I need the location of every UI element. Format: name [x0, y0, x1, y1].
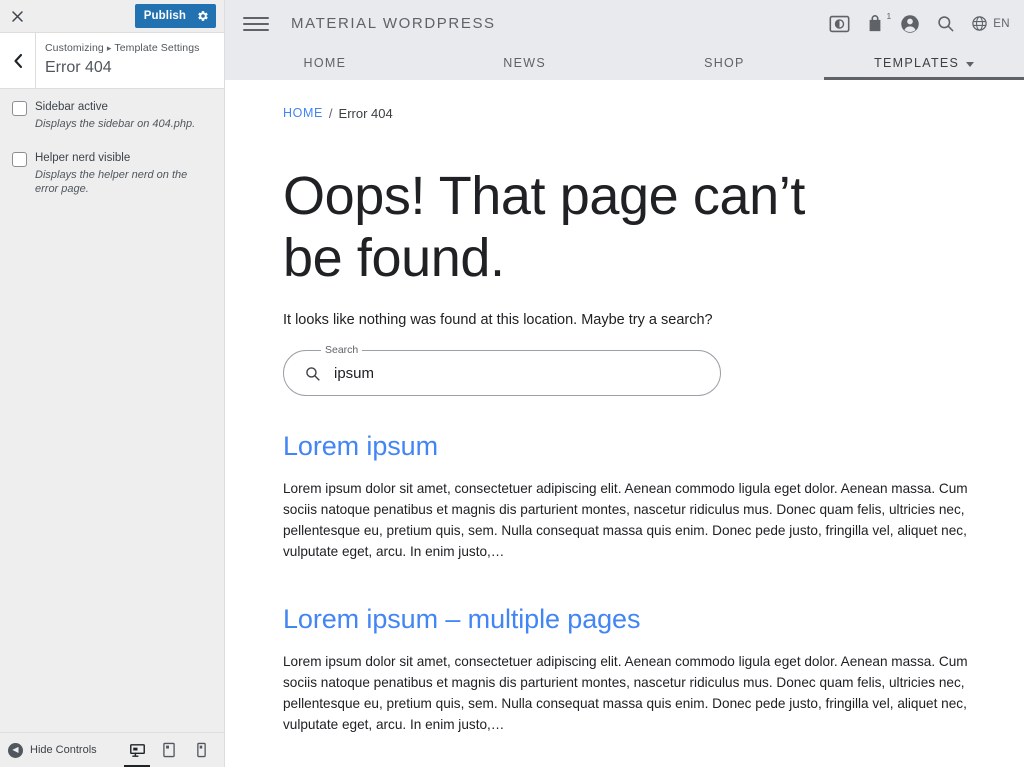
nav-tab-shop[interactable]: SHOP: [625, 47, 825, 80]
nav-tab-news-label: NEWS: [503, 56, 546, 70]
search-input-label: Search: [321, 344, 363, 356]
hamburger-menu-icon[interactable]: [243, 16, 269, 31]
search-result-item: Lorem ipsum – multiple pages Lorem ipsum…: [283, 602, 1024, 735]
close-icon[interactable]: [0, 0, 34, 32]
site-brand[interactable]: MATERIAL WORDPRESS: [291, 15, 496, 32]
customizer-controls: Sidebar active Displays the sidebar on 4…: [0, 89, 224, 732]
helper-nerd-visible-checkbox[interactable]: [12, 152, 27, 167]
search-result-title[interactable]: Lorem ipsum: [283, 429, 1024, 463]
site-header-actions: 1 EN: [829, 12, 1010, 34]
search-icon[interactable]: [936, 14, 955, 33]
site-header: MATERIAL WORDPRESS 1 EN HOME NEWS SHOP T…: [225, 0, 1024, 80]
breadcrumb-separator-icon: ▸: [106, 43, 112, 53]
customizer-titles: Customizing ▸ Template Settings Error 40…: [36, 33, 210, 88]
breadcrumb-root: Customizing: [45, 42, 104, 54]
gear-icon[interactable]: [197, 10, 209, 22]
breadcrumb-separator: /: [328, 106, 333, 121]
shopping-bag-badge: 1: [886, 11, 892, 21]
device-preview-switcher: [122, 733, 222, 767]
device-mobile-button[interactable]: [186, 733, 216, 767]
sidebar-active-label[interactable]: Sidebar active: [35, 100, 212, 115]
helper-nerd-visible-description: Displays the helper nerd on the error pa…: [35, 169, 188, 195]
nav-tab-shop-label: SHOP: [704, 56, 745, 70]
search-result-excerpt: Lorem ipsum dolor sit amet, consectetuer…: [283, 481, 968, 559]
search-result-excerpt: Lorem ipsum dolor sit amet, consectetuer…: [283, 654, 968, 732]
shopping-bag-icon[interactable]: 1: [866, 12, 891, 33]
search-result-title[interactable]: Lorem ipsum – multiple pages: [283, 602, 1024, 636]
nav-tab-home-label: HOME: [303, 56, 347, 70]
device-tablet-button[interactable]: [154, 733, 184, 767]
search-result-item: Lorem ipsum Lorem ipsum dolor sit amet, …: [283, 429, 1024, 562]
site-preview-frame: MATERIAL WORDPRESS 1 EN HOME NEWS SHOP T…: [225, 0, 1024, 767]
nav-tab-news[interactable]: NEWS: [425, 47, 625, 80]
hide-controls-label: Hide Controls: [30, 744, 97, 756]
device-desktop-button[interactable]: [122, 733, 152, 767]
breadcrumb-home-link[interactable]: HOME: [283, 106, 323, 121]
site-top-bar: MATERIAL WORDPRESS 1 EN: [225, 0, 1024, 47]
page-title: Error 404: [45, 59, 112, 76]
publish-button-label: Publish: [143, 10, 186, 22]
globe-icon: [971, 15, 988, 32]
chevron-down-icon: [966, 61, 975, 67]
breadcrumb-section: Template Settings: [114, 42, 200, 54]
breadcrumb: Customizing ▸ Template Settings: [45, 41, 200, 56]
nav-tab-templates-label: TEMPLATES: [874, 56, 960, 70]
customizer-preview-screen: Publish Customizing ▸ Template Settings: [0, 0, 1024, 767]
search-results: Lorem ipsum Lorem ipsum dolor sit amet, …: [283, 429, 1024, 735]
search-icon: [304, 365, 321, 382]
customizer-footer: ◀ Hide Controls: [0, 732, 224, 767]
control-sidebar-active: Sidebar active Displays the sidebar on 4…: [12, 100, 212, 131]
site-nav: HOME NEWS SHOP TEMPLATES: [225, 47, 1024, 80]
nav-tab-templates[interactable]: TEMPLATES: [824, 47, 1024, 80]
sidebar-active-checkbox[interactable]: [12, 101, 27, 116]
site-breadcrumb: HOME / Error 404: [283, 106, 1024, 121]
chevron-left-icon[interactable]: [0, 33, 36, 88]
hide-controls-button[interactable]: ◀ Hide Controls: [8, 742, 97, 758]
customizer-topbar: Publish: [0, 0, 224, 33]
contrast-toggle-icon[interactable]: [829, 15, 850, 33]
breadcrumb-current: Error 404: [338, 106, 393, 121]
language-switcher[interactable]: EN: [971, 15, 1010, 32]
search-form: ipsum Search: [283, 344, 721, 396]
language-label: EN: [993, 17, 1010, 30]
customizer-panel-header: Customizing ▸ Template Settings Error 40…: [0, 33, 224, 89]
helper-nerd-visible-label[interactable]: Helper nerd visible: [35, 151, 212, 166]
error-title: Oops! That page can’t be found.: [283, 166, 805, 288]
sidebar-active-description: Displays the sidebar on 404.php.: [35, 118, 196, 130]
customizer-sidebar: Publish Customizing ▸ Template Settings: [0, 0, 225, 767]
account-circle-icon[interactable]: [900, 14, 920, 34]
search-input-value: ipsum: [334, 364, 375, 382]
search-input[interactable]: ipsum: [283, 350, 721, 396]
nav-tab-home[interactable]: HOME: [225, 47, 425, 80]
site-content: HOME / Error 404 Oops! That page can’t b…: [225, 106, 1024, 735]
control-helper-nerd-visible: Helper nerd visible Displays the helper …: [12, 151, 212, 196]
publish-button[interactable]: Publish: [134, 4, 216, 28]
arrow-left-circle-icon: ◀: [8, 742, 23, 758]
error-subtitle: It looks like nothing was found at this …: [283, 312, 713, 328]
